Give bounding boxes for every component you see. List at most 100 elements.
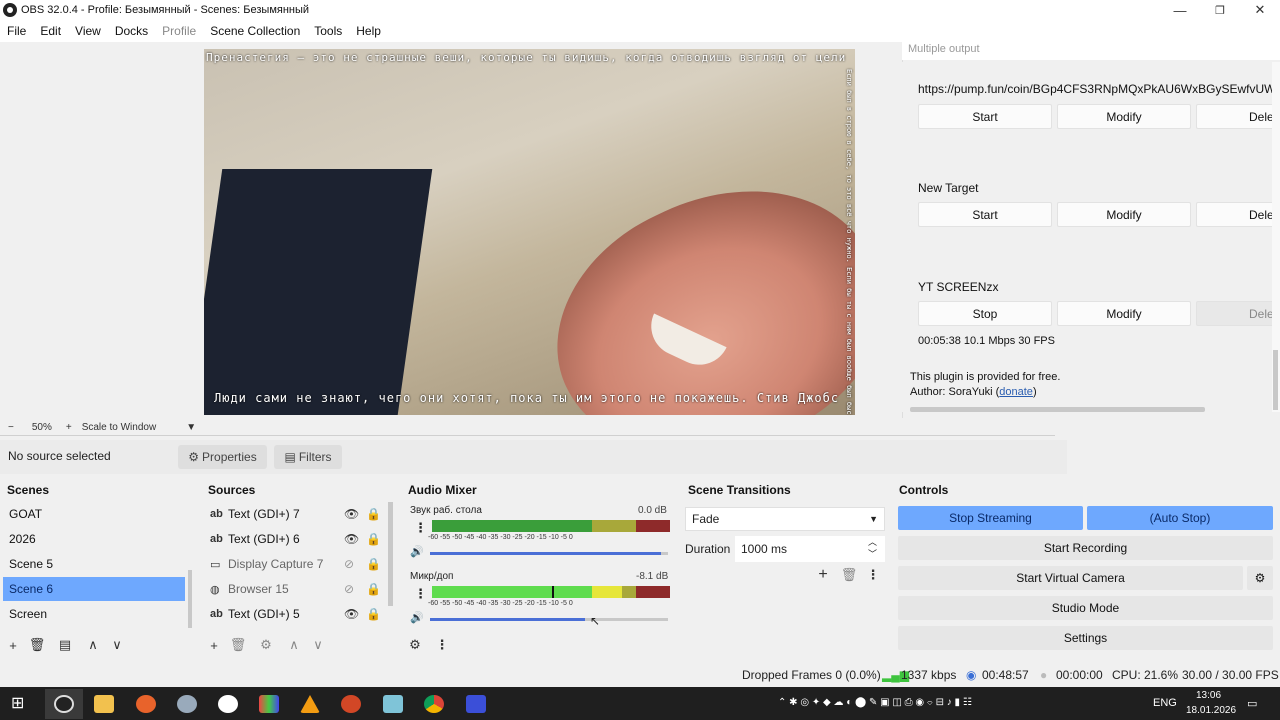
transition-select[interactable]: Fade ▼ [685, 507, 885, 531]
properties-button[interactable]: ⚙ Properties [178, 445, 267, 469]
photos-icon[interactable] [259, 695, 279, 713]
eye-icon[interactable]: 👁 [344, 507, 359, 521]
menu-view[interactable]: View [75, 24, 101, 38]
volume-slider[interactable] [430, 618, 668, 621]
add-icon[interactable]: + [4, 636, 22, 654]
chevron-down-icon[interactable]: ▼ [186, 422, 196, 433]
file-explorer-icon[interactable] [94, 695, 114, 713]
target-stop-button[interactable]: Stop [918, 301, 1052, 326]
vertical-scrollbar[interactable] [1272, 62, 1280, 412]
auto-stop-button[interactable]: (Auto Stop) [1087, 506, 1273, 530]
trash-icon[interactable]: 🗑 [840, 566, 858, 584]
zoom-out-button[interactable]: − [8, 422, 14, 433]
scrollbar-thumb[interactable] [1273, 350, 1278, 410]
firefox-icon[interactable] [136, 695, 156, 713]
eye-hidden-icon[interactable]: ⊘ [344, 582, 354, 596]
app-icon[interactable] [383, 695, 403, 713]
target-modify-button[interactable]: Modify [1057, 104, 1191, 129]
target-start-button[interactable]: Start [918, 202, 1052, 227]
more-options-icon[interactable]: ⋮ [414, 586, 427, 602]
more-options-icon[interactable]: ⋮ [433, 636, 451, 654]
clock-date[interactable]: 18.01.2026 [1186, 705, 1236, 716]
lock-icon[interactable]: 🔒 [366, 557, 381, 571]
target-modify-button[interactable]: Modify [1057, 301, 1191, 326]
menu-docks[interactable]: Docks [115, 24, 148, 38]
windows-start-icon[interactable]: ⊞ [11, 695, 31, 713]
scene-item-selected[interactable]: Scene 6 [3, 577, 185, 601]
eye-hidden-icon[interactable]: ⊘ [344, 557, 354, 571]
speaker-icon[interactable]: 🔊 [410, 545, 424, 558]
gear-icon[interactable]: ⚙ [1247, 566, 1273, 590]
obs-taskbar-icon[interactable] [54, 695, 74, 713]
move-down-icon[interactable]: ∨ [309, 636, 327, 654]
lock-icon[interactable]: 🔒 [366, 582, 381, 596]
target-delete-button[interactable]: Dele [1196, 104, 1272, 129]
trash-icon[interactable]: 🗑 [28, 636, 46, 654]
lock-icon[interactable]: 🔒 [366, 532, 381, 546]
menu-scene-collection[interactable]: Scene Collection [210, 24, 300, 38]
gear-icon[interactable]: ⚙ [257, 636, 275, 654]
target-modify-button[interactable]: Modify [1057, 202, 1191, 227]
more-options-icon[interactable]: ⋮ [414, 520, 427, 536]
scale-mode[interactable]: Scale to Window [82, 422, 156, 433]
move-up-icon[interactable]: ∧ [285, 636, 303, 654]
target-delete-button[interactable]: Dele [1196, 301, 1272, 326]
notifications-icon[interactable]: ▭ [1247, 697, 1257, 710]
duration-field[interactable]: 1000 ms ︿ ﹀ [735, 536, 885, 562]
menu-file[interactable]: File [7, 24, 26, 38]
app-icon[interactable] [177, 695, 197, 713]
lock-icon[interactable]: 🔒 [366, 507, 381, 521]
lock-icon[interactable]: 🔒 [366, 607, 381, 621]
source-item[interactable]: ab Text (GDI+) 5 👁 🔒 [204, 602, 384, 626]
advanced-audio-icon[interactable]: ⚙ [406, 636, 424, 654]
more-options-icon[interactable]: ⋮ [864, 566, 882, 584]
zoom-in-button[interactable]: + [66, 422, 72, 433]
eye-icon[interactable]: 👁 [344, 607, 359, 621]
scenes-scrollbar[interactable] [188, 570, 192, 628]
source-item[interactable]: ▭ Display Capture 7 ⊘ 🔒 [204, 552, 384, 576]
start-recording-button[interactable]: Start Recording [898, 536, 1273, 560]
settings-button[interactable]: Settings [898, 626, 1273, 650]
spinner-icon[interactable]: ︿ ﹀ [868, 536, 877, 560]
studio-mode-button[interactable]: Studio Mode [898, 596, 1273, 620]
speaker-icon[interactable]: 🔊 [410, 611, 424, 624]
volume-slider[interactable] [430, 552, 668, 555]
filters-button[interactable]: ▤ Filters [274, 445, 342, 469]
system-tray-icons[interactable]: ⌃ ✱ ◎ ✦ ◆ ☁ ◐ ⬤ ✎ ▣ ◫ ⎙ ◉ ⌔ ⊟ ♪ ▮ ☷ [778, 697, 972, 708]
target-delete-button[interactable]: Dele [1196, 202, 1272, 227]
target-start-button[interactable]: Start [918, 104, 1052, 129]
menu-help[interactable]: Help [356, 24, 381, 38]
source-item[interactable]: ab Text (GDI+) 6 👁 🔒 [204, 527, 384, 551]
add-icon[interactable]: + [814, 566, 832, 584]
donate-link[interactable]: donate [999, 386, 1033, 398]
source-item[interactable]: ◍ Browser 15 ⊘ 🔒 [204, 577, 384, 601]
eye-icon[interactable]: 👁 [344, 532, 359, 546]
move-down-icon[interactable]: ∨ [108, 636, 126, 654]
trash-icon[interactable]: 🗑 [229, 636, 247, 654]
menu-tools[interactable]: Tools [314, 24, 342, 38]
scene-item[interactable]: Scene 5 [3, 552, 185, 576]
sources-scrollbar[interactable] [388, 502, 393, 606]
chart-app-icon[interactable] [466, 695, 486, 713]
powerpoint-icon[interactable] [341, 695, 361, 713]
chrome-icon[interactable] [424, 695, 444, 713]
program-preview[interactable]: Пренастегия — это не страшные веши, кото… [204, 49, 855, 415]
source-item[interactable]: ab Text (GDI+) 7 👁 🔒 [204, 502, 384, 526]
filter-icon[interactable]: ▤ [56, 636, 74, 654]
scene-item[interactable]: 2026 [3, 527, 185, 551]
menu-edit[interactable]: Edit [40, 24, 61, 38]
menu-profile[interactable]: Profile [162, 24, 196, 38]
close-button[interactable]: ✕ [1240, 0, 1280, 20]
scene-item[interactable]: Screen [3, 602, 185, 626]
move-up-icon[interactable]: ∧ [84, 636, 102, 654]
stop-streaming-button[interactable]: Stop Streaming [898, 506, 1083, 530]
language-indicator[interactable]: ENG [1153, 697, 1177, 709]
start-virtual-camera-button[interactable]: Start Virtual Camera [898, 566, 1243, 590]
clock-time[interactable]: 13:06 [1196, 690, 1221, 701]
scene-item[interactable]: GOAT [3, 502, 185, 526]
maximize-button[interactable]: ❐ [1200, 0, 1240, 20]
app-icon[interactable] [218, 695, 238, 713]
horizontal-scrollbar[interactable] [910, 407, 1205, 412]
minimize-button[interactable]: — [1160, 0, 1200, 20]
add-icon[interactable]: + [205, 636, 223, 654]
